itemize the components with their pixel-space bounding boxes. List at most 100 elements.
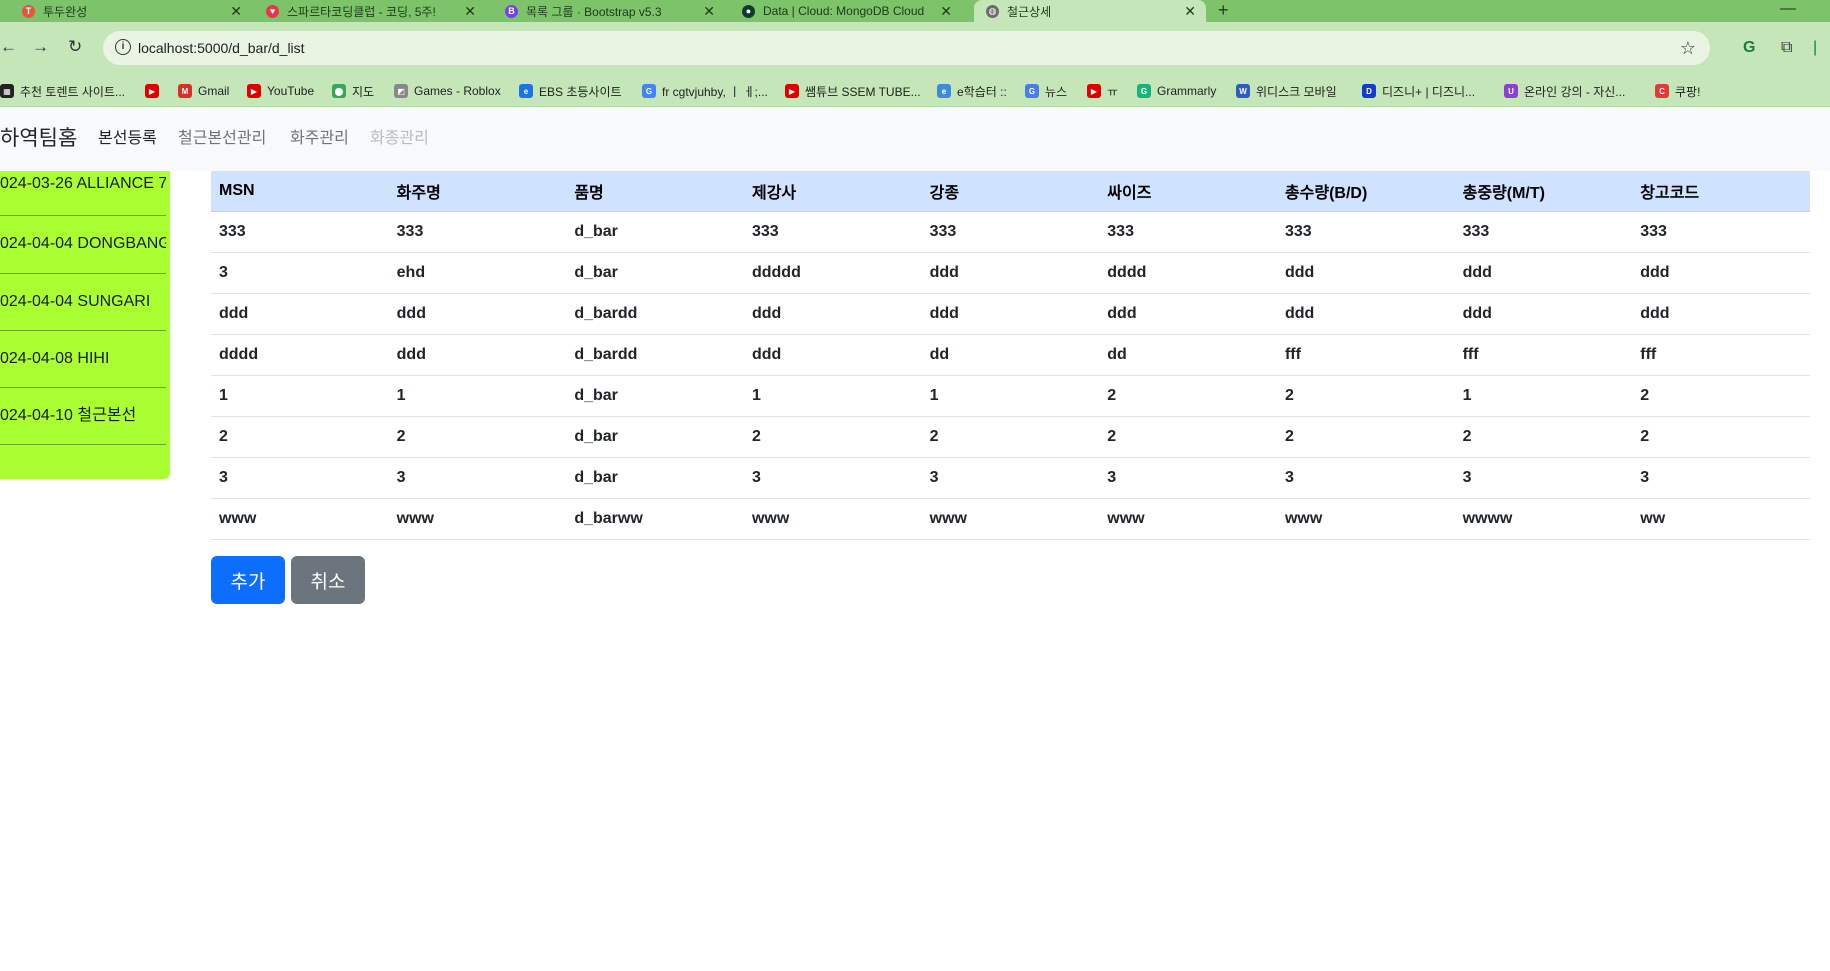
- table-cell: 1: [1454, 375, 1633, 417]
- table-cell: 2: [1099, 416, 1277, 458]
- tab-close-icon[interactable]: ✕: [464, 0, 476, 22]
- bookmark-item[interactable]: C 쿠팡!: [1655, 76, 1700, 106]
- tab-close-icon[interactable]: ✕: [703, 0, 715, 22]
- table-cell: 333: [388, 211, 567, 253]
- col-header-total-qty: 총수량(B/D): [1276, 171, 1455, 212]
- table-cell: 3: [211, 457, 389, 499]
- table-cell: ddd: [1276, 252, 1455, 294]
- table-row: 3 3 d_bar 3 3 3 3 3 3: [211, 457, 1810, 499]
- bookmark-favicon-icon: G: [642, 84, 656, 98]
- table-cell: ww: [1632, 498, 1810, 540]
- table-cell: ddd: [388, 293, 567, 335]
- bookmark-item[interactable]: D 디즈니+ | 디즈니...: [1362, 76, 1475, 106]
- browser-tab-active[interactable]: ◍ 철근상세 ✕: [974, 0, 1206, 22]
- profile-separator-icon: |: [1813, 39, 1818, 56]
- bookmark-item[interactable]: ◩ Games - Roblox: [394, 76, 501, 106]
- bookmark-star-icon[interactable]: ☆: [1680, 31, 1696, 65]
- bookmark-favicon-icon: G: [1137, 84, 1151, 98]
- address-bar[interactable]: i localhost:5000/d_bar/d_list ☆: [103, 31, 1710, 65]
- bookmark-favicon-icon: ▦: [0, 84, 14, 98]
- navbar-brand[interactable]: 하역팀홈: [0, 107, 77, 171]
- bookmark-item[interactable]: ▶: [145, 76, 165, 106]
- table-cell: dddd: [211, 334, 389, 376]
- bookmark-item[interactable]: e e학습터 ::: [937, 76, 1007, 106]
- bookmark-label: 온라인 강의 - 자신...: [1524, 84, 1626, 99]
- table-cell: ddd: [211, 293, 389, 335]
- new-tab-icon[interactable]: +: [1218, 0, 1229, 22]
- browser-tab[interactable]: ♥ 스파르타코딩클럽 - 코딩, 5주! ✕: [266, 0, 486, 22]
- sidebar-item-ship[interactable]: 024-04-08 HIHI: [0, 331, 166, 388]
- table-cell: ddd: [1099, 293, 1277, 335]
- bookmark-item[interactable]: ▶ YouTube: [247, 76, 314, 106]
- nav-link-shipper-manage[interactable]: 화주관리: [290, 107, 349, 171]
- table-cell: ddd: [1632, 252, 1810, 294]
- bookmark-favicon-icon: G: [1025, 84, 1039, 98]
- table-cell: ddd: [1632, 293, 1810, 335]
- bookmark-favicon-icon: ▶: [1087, 84, 1101, 98]
- table-cell: 3: [211, 252, 389, 294]
- tab-close-icon[interactable]: ✕: [940, 0, 952, 22]
- table-cell: 2: [921, 416, 1100, 458]
- sidebar-item-ship[interactable]: 024-03-26 ALLIANCE 7: [0, 171, 166, 216]
- bookmark-label: 디즈니+ | 디즈니...: [1382, 84, 1476, 99]
- add-button[interactable]: 추가: [211, 556, 285, 604]
- bookmark-item[interactable]: ⬤ 지도: [332, 76, 374, 106]
- table-cell: d_bar: [566, 375, 744, 417]
- site-info-icon[interactable]: i: [115, 39, 131, 55]
- bookmark-item[interactable]: ▶ 쌤튜브 SSEM TUBE...: [785, 76, 921, 106]
- browser-tab[interactable]: B 목록 그룹 · Bootstrap v5.3 ✕: [505, 0, 725, 22]
- table-cell: 2: [1454, 416, 1633, 458]
- sidebar-item-ship[interactable]: 024-04-04 DONGBANG: [0, 216, 166, 274]
- bookmark-item[interactable]: U 온라인 강의 - 자신...: [1504, 76, 1625, 106]
- tab-close-icon[interactable]: ✕: [230, 0, 242, 22]
- nav-link-ship-register[interactable]: 본선등록: [98, 107, 157, 171]
- bookmark-item[interactable]: e EBS 초등사이트: [519, 76, 622, 106]
- bookmark-item[interactable]: ▦ 추천 토렌트 사이트...: [0, 76, 125, 106]
- table-cell: 333: [921, 211, 1100, 253]
- tab-favicon-icon: ◍: [986, 4, 999, 18]
- bookmark-label: e학습터 ::: [957, 84, 1007, 99]
- table-cell: 3: [1632, 457, 1810, 499]
- nav-link-rebar-ship-manage[interactable]: 철근본선관리: [178, 107, 266, 171]
- table-cell: ehd: [388, 252, 567, 294]
- table-cell: fff: [1632, 334, 1810, 376]
- cancel-button[interactable]: 취소: [291, 556, 365, 604]
- reload-icon[interactable]: ↻: [68, 32, 82, 62]
- table-cell: 333: [1632, 211, 1810, 253]
- tab-close-icon[interactable]: ✕: [1184, 0, 1196, 22]
- bookmark-favicon-icon: ◩: [394, 84, 408, 98]
- extensions-puzzle-icon[interactable]: ⧉: [1781, 37, 1792, 59]
- bookmark-item[interactable]: M Gmail: [178, 76, 229, 106]
- browser-tab[interactable]: ● Data | Cloud: MongoDB Cloud ✕: [742, 0, 962, 22]
- bookmark-favicon-icon: M: [178, 84, 192, 98]
- table-cell: www: [1099, 498, 1277, 540]
- bookmark-item[interactable]: G 뉴스: [1025, 76, 1067, 106]
- bookmark-item[interactable]: Gfr cgtvjuhby, ㅣ ㅔ;...: [642, 76, 768, 106]
- sidebar-item-ship[interactable]: 024-04-04 SUNGARI: [0, 274, 166, 331]
- bookmark-item[interactable]: G Grammarly: [1137, 76, 1216, 106]
- table-cell: 3: [743, 457, 922, 499]
- table-cell: 2: [211, 416, 389, 458]
- table-row: ddd ddd d_bardd ddd ddd ddd ddd ddd ddd: [211, 293, 1810, 335]
- back-icon[interactable]: ←: [0, 32, 17, 62]
- bookmark-item[interactable]: ▶ ㅠ: [1087, 76, 1118, 106]
- forward-icon[interactable]: →: [32, 32, 49, 62]
- table-cell: ddddd: [743, 252, 922, 294]
- grammarly-extension-icon[interactable]: G: [1743, 37, 1755, 59]
- table-cell: fff: [1454, 334, 1633, 376]
- url-text[interactable]: localhost:5000/d_bar/d_list: [138, 31, 305, 65]
- table-cell: ddd: [921, 252, 1100, 294]
- sidebar-item-ship[interactable]: 024-04-10 철근본선: [0, 388, 166, 445]
- bookmark-label: Gmail: [198, 84, 230, 98]
- table-cell: d_barww: [566, 498, 744, 540]
- table-cell: 2: [1276, 375, 1455, 417]
- table-cell: ddd: [1276, 293, 1455, 335]
- bookmark-item[interactable]: W 위디스크 모바일: [1236, 76, 1337, 106]
- table-row: dddd ddd d_bardd ddd dd dd fff fff fff: [211, 334, 1810, 376]
- minimize-icon[interactable]: —: [1780, 0, 1796, 22]
- bookmark-label: 위디스크 모바일: [1256, 84, 1337, 99]
- bookmark-favicon-icon: C: [1655, 84, 1669, 98]
- table-row: 3 ehd d_bar ddddd ddd dddd ddd ddd ddd: [211, 252, 1810, 294]
- browser-tab[interactable]: T 투두완성 ✕: [22, 0, 252, 22]
- rebar-detail-table: MSN 화주명 품명 제강사 강종 싸이즈 총수량(B/D) 총중량(M/T) …: [211, 171, 1810, 540]
